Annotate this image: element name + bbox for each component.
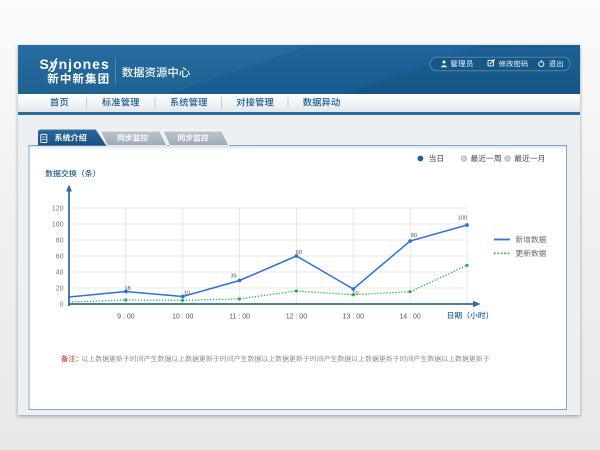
svg-text:9 : 00: 9 : 00: [117, 313, 135, 320]
svg-text:60: 60: [56, 253, 64, 260]
svg-text:12 : 00: 12 : 00: [286, 313, 308, 320]
svg-text:14 : 00: 14 : 00: [399, 313, 421, 320]
svg-text:0: 0: [60, 301, 64, 308]
svg-text:100: 100: [52, 221, 64, 228]
svg-text:80: 80: [411, 233, 417, 239]
svg-text:35: 35: [230, 274, 236, 280]
svg-text:60: 60: [296, 250, 302, 256]
svg-text:11 : 00: 11 : 00: [229, 313, 250, 320]
svg-text:18: 18: [124, 286, 130, 292]
svg-text:80: 80: [56, 237, 64, 244]
svg-text:100: 100: [458, 216, 467, 222]
svg-text:20: 20: [56, 285, 64, 292]
svg-text:10: 10: [184, 290, 190, 296]
svg-text:10 : 00: 10 : 00: [172, 313, 194, 320]
svg-text:10: 10: [352, 291, 358, 297]
svg-text:120: 120: [52, 205, 64, 212]
svg-text:40: 40: [56, 269, 64, 276]
svg-text:13 : 00: 13 : 00: [343, 313, 365, 320]
